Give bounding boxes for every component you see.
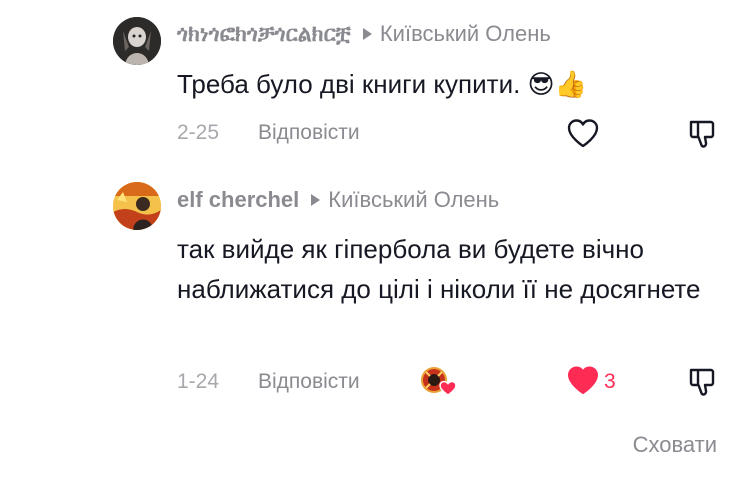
comment-username[interactable]: elf cherchel Київський Олень	[177, 187, 499, 213]
creator-avatar-heart-icon	[421, 367, 457, 396]
reply-to-name: Київський Олень	[379, 21, 551, 46]
heart-filled-icon	[568, 366, 598, 394]
comment-text: Треба було дві книги купити. 😎👍	[177, 69, 588, 99]
avatar[interactable]	[113, 17, 161, 65]
avatar[interactable]	[113, 182, 161, 230]
like-button[interactable]	[566, 364, 600, 401]
like-button[interactable]	[566, 117, 600, 154]
dislike-button[interactable]	[686, 367, 718, 402]
creator-liked-badge	[418, 364, 458, 403]
reply-button[interactable]: Відповісти	[258, 370, 360, 394]
thumbs-down-icon	[689, 120, 715, 148]
comment-date: 2-25	[177, 121, 220, 144]
comment-text: так вийде як гіпербола ви будете вічно н…	[177, 234, 701, 304]
like-count: 3	[604, 370, 616, 393]
dislike-button[interactable]	[686, 119, 718, 154]
hide-replies-button[interactable]: Сховати	[633, 432, 717, 458]
username-text: ጎክነጎፎክጎቻጎርልክርቿ	[177, 21, 351, 46]
heart-outline-icon	[567, 119, 599, 148]
reply-to-name: Київський Олень	[328, 187, 500, 212]
comment-date: 1-24	[177, 370, 220, 393]
reply-arrow-icon	[362, 27, 372, 40]
thumbs-down-icon	[689, 368, 715, 396]
reply-button[interactable]: Відповісти	[258, 121, 360, 145]
comment-username[interactable]: ጎክነጎፎክጎቻጎርልክርቿ Київський Олень	[177, 21, 551, 47]
avatar-image	[113, 17, 161, 65]
reply-arrow-icon	[311, 193, 321, 206]
username-text: elf cherchel	[177, 187, 300, 212]
avatar-image	[113, 182, 161, 230]
